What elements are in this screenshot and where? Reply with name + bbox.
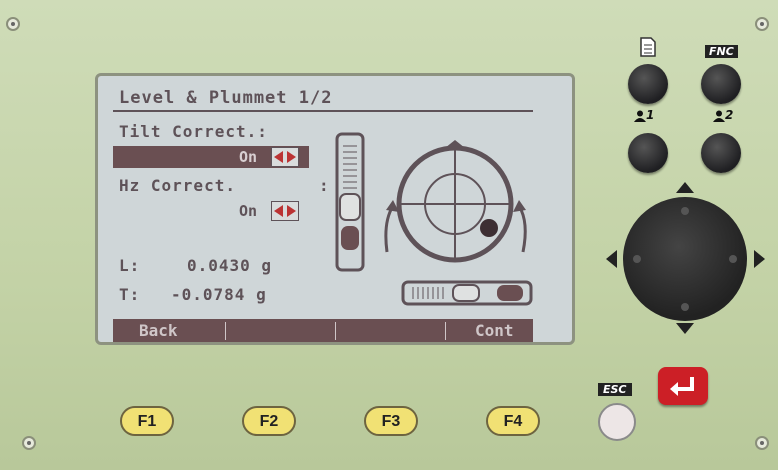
l-label: L:: [119, 256, 141, 275]
enter-icon: [670, 377, 694, 396]
esc-button[interactable]: [598, 403, 636, 441]
fnc-label: FNC: [705, 44, 738, 58]
f2-button[interactable]: F2: [242, 406, 296, 436]
f4-button[interactable]: F4: [486, 406, 540, 436]
screw-icon: [755, 436, 769, 450]
user1-label: 1: [634, 108, 654, 122]
softkey-separator: [445, 322, 446, 340]
nav-dot: [729, 255, 737, 263]
nav-up-icon: [676, 182, 694, 193]
hz-correct-label: Hz Correct.: [119, 176, 236, 195]
nav-dot: [681, 207, 689, 215]
f3-button[interactable]: F3: [364, 406, 418, 436]
navigation-pad[interactable]: [623, 197, 747, 321]
tilt-correct-field[interactable]: On: [113, 146, 309, 168]
user-icon: [713, 110, 725, 122]
lcd-screen: Level & Plummet 1/2 Tilt Correct.: On Hz…: [95, 73, 575, 345]
tilt-correct-label: Tilt Correct.:: [119, 122, 268, 141]
softkey-separator: [335, 322, 336, 340]
nav-dot: [681, 303, 689, 311]
user2-label: 2: [713, 108, 733, 122]
t-label: T:: [119, 285, 141, 304]
nav-right-icon: [754, 250, 765, 268]
instrument-panel: Level & Plummet 1/2 Tilt Correct.: On Hz…: [0, 0, 778, 470]
l-value: 0.0430 g: [187, 256, 273, 275]
nav-left-icon: [606, 250, 617, 268]
fnc-button[interactable]: [701, 64, 741, 104]
tilt-correct-value: On: [239, 148, 258, 166]
t-value: -0.0784 g: [171, 285, 267, 304]
user1-button[interactable]: [628, 133, 668, 173]
f1-button[interactable]: F1: [120, 406, 174, 436]
horizontal-bubble-icon: [401, 280, 533, 306]
softkey-bar: Back Cont: [113, 319, 533, 342]
screw-icon: [6, 17, 20, 31]
crosshair-level-icon: [384, 140, 527, 263]
screen-title: Level & Plummet 1/2: [119, 88, 333, 108]
hz-correct-value[interactable]: On: [239, 202, 257, 220]
nav-dot: [633, 255, 641, 263]
screw-icon: [22, 436, 36, 450]
softkey-cont[interactable]: Cont: [475, 319, 514, 342]
nav-down-icon: [676, 323, 694, 334]
softkey-back[interactable]: Back: [139, 319, 178, 342]
page-button[interactable]: [628, 64, 668, 104]
user2-button[interactable]: [701, 133, 741, 173]
esc-label: ESC: [598, 383, 632, 396]
toggle-arrows-icon[interactable]: [271, 201, 299, 221]
toggle-arrows-icon[interactable]: [271, 147, 299, 167]
hz-correct-colon: :: [319, 176, 330, 195]
vertical-bubble-icon: [335, 132, 365, 272]
user-icon: [634, 110, 646, 122]
screw-icon: [755, 17, 769, 31]
page-icon: [640, 37, 656, 57]
enter-button[interactable]: [658, 367, 708, 405]
title-divider: [113, 110, 533, 112]
softkey-separator: [225, 322, 226, 340]
